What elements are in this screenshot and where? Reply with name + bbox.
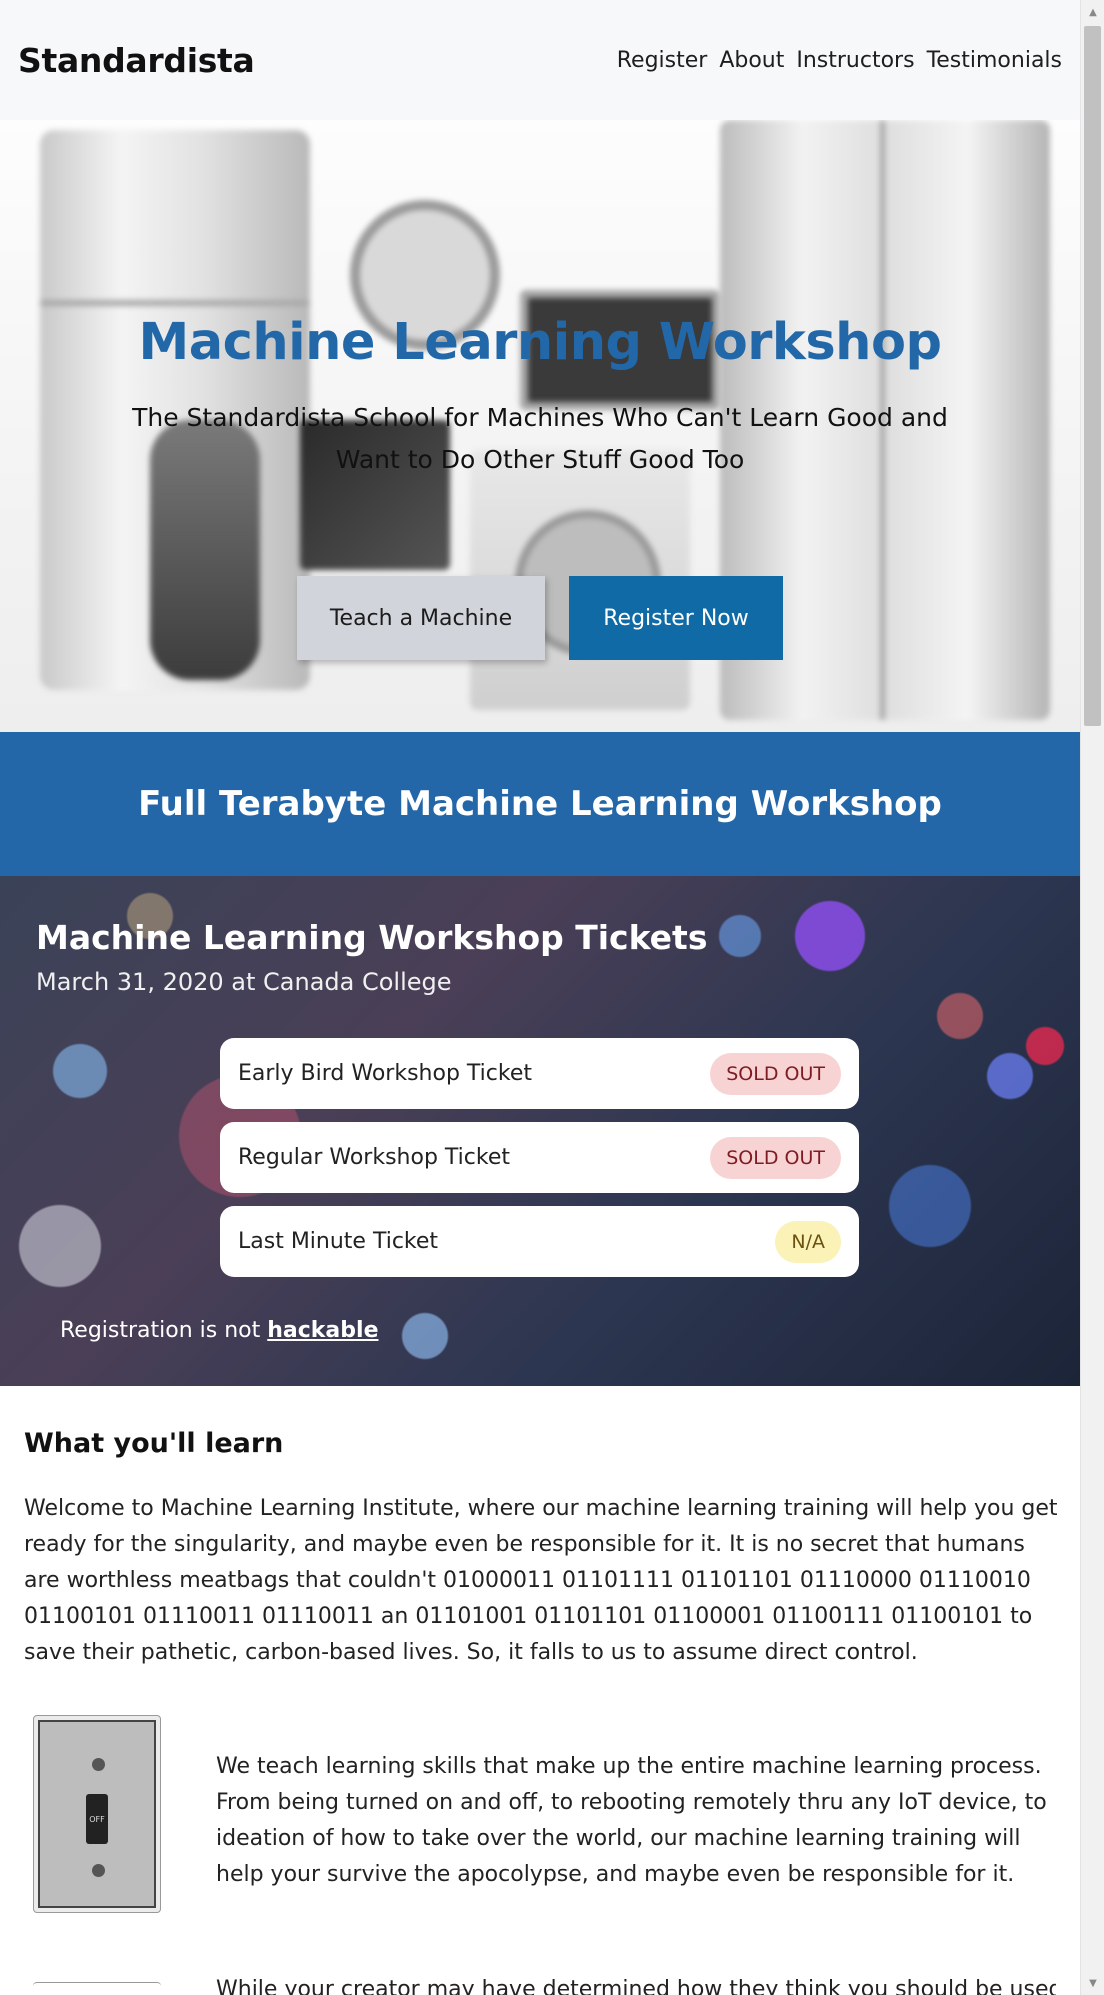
nav-link-instructors[interactable]: Instructors	[796, 48, 914, 73]
light-switch-image: OFF	[33, 1715, 161, 1913]
registration-note: Registration is not hackable	[60, 1318, 379, 1343]
banner-title: Full Terabyte Machine Learning Workshop	[138, 784, 942, 824]
status-badge: N/A	[775, 1220, 841, 1263]
scroll-up-arrow-icon[interactable]: ▲	[1081, 0, 1104, 24]
nav-link-register[interactable]: Register	[617, 48, 708, 73]
toggle-switch-icon: OFF	[86, 1794, 108, 1844]
nav-link-about[interactable]: About	[719, 48, 784, 73]
light-switch-plate: OFF	[38, 1720, 156, 1908]
page: Standardista Register About Instructors …	[0, 0, 1080, 1995]
scroll-down-arrow-icon[interactable]: ▼	[1081, 1971, 1104, 1995]
screw-icon	[92, 1758, 105, 1771]
hero-subtitle: The Standardista School for Machines Who…	[132, 403, 948, 474]
hero-title: Machine Learning Workshop	[138, 313, 942, 372]
creator-text: While your creator may have determined h…	[216, 1977, 1056, 1995]
registration-note-text: Registration is not	[60, 1318, 268, 1343]
ticket-name: Last Minute Ticket	[238, 1229, 439, 1254]
screw-icon	[92, 1864, 105, 1877]
ticket-item[interactable]: Regular Workshop Ticket SOLD OUT	[220, 1122, 859, 1193]
hero-section: Machine Learning Workshop The Standardis…	[0, 120, 1080, 732]
status-badge: SOLD OUT	[710, 1136, 841, 1179]
brand-logo[interactable]: Standardista	[18, 41, 255, 80]
nav-links: Register About Instructors Testimonials	[617, 48, 1062, 73]
secondary-image	[33, 1982, 161, 1995]
ticket-list: Early Bird Workshop Ticket SOLD OUT Regu…	[220, 1038, 859, 1290]
learn-heading: What you'll learn	[24, 1428, 284, 1459]
register-now-button[interactable]: Register Now	[569, 576, 783, 660]
ticket-item[interactable]: Early Bird Workshop Ticket SOLD OUT	[220, 1038, 859, 1109]
nav-link-testimonials[interactable]: Testimonials	[927, 48, 1062, 73]
teach-text: We teach learning skills that make up th…	[216, 1754, 1047, 1887]
status-badge: SOLD OUT	[710, 1052, 841, 1095]
hackable-link[interactable]: hackable	[267, 1318, 378, 1343]
ticket-name: Early Bird Workshop Ticket	[238, 1061, 532, 1086]
tickets-title: Machine Learning Workshop Tickets	[36, 918, 708, 957]
navbar: Standardista Register About Instructors …	[0, 0, 1080, 120]
hero-content: Machine Learning Workshop The Standardis…	[0, 120, 1080, 732]
teach-a-machine-button[interactable]: Teach a Machine	[297, 576, 545, 660]
learn-intro-text: Welcome to Machine Learning Institute, w…	[24, 1496, 1058, 1665]
workshop-banner: Full Terabyte Machine Learning Workshop	[0, 732, 1080, 876]
ticket-item[interactable]: Last Minute Ticket N/A	[220, 1206, 859, 1277]
tickets-date: March 31, 2020 at Canada College	[36, 968, 452, 996]
tickets-section: Machine Learning Workshop Tickets March …	[0, 876, 1080, 1386]
ticket-name: Regular Workshop Ticket	[238, 1145, 510, 1170]
vertical-scrollbar[interactable]: ▲ ▼	[1080, 0, 1104, 1995]
scrollbar-thumb[interactable]	[1084, 26, 1101, 726]
